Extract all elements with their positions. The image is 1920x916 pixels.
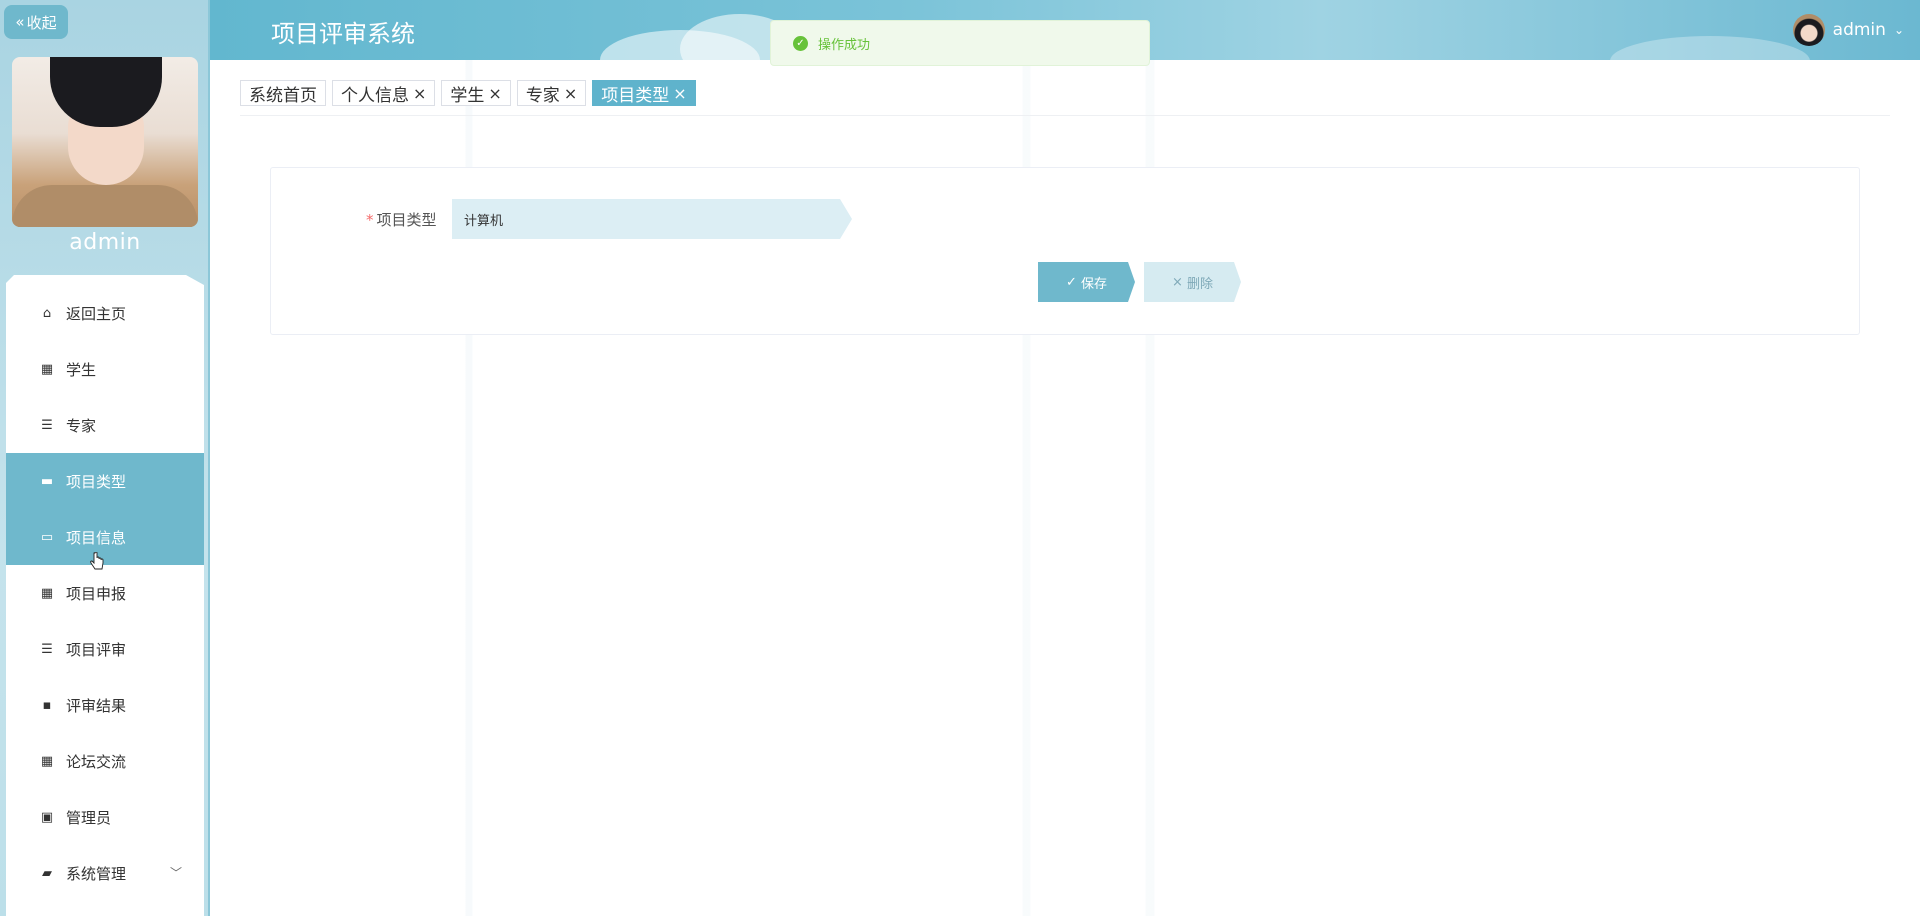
sidebar-item-label: 项目评审 — [66, 640, 127, 659]
list-icon: ☰ — [41, 641, 53, 657]
check-circle-icon: ✓ — [793, 35, 808, 51]
sidebar-username: admin — [69, 230, 141, 255]
project-type-label: * 项目类型 — [366, 209, 437, 230]
tabs-divider — [240, 115, 1890, 116]
briefcase-icon: ▬ — [40, 473, 54, 489]
delete-button[interactable]: × 删除 — [1144, 262, 1241, 302]
sidebar-item-experts[interactable]: ☰ 专家 — [6, 397, 204, 453]
tab-students[interactable]: 学生 × — [441, 80, 511, 106]
project-type-form: * 项目类型 计算机 ✓ 保存 × 删除 — [270, 167, 1860, 335]
folder-icon: ▰ — [42, 865, 52, 881]
tab-label: 项目类型 — [601, 85, 670, 106]
tab-project-type[interactable]: 项目类型 × — [592, 80, 696, 106]
list-icon: ☰ — [41, 417, 53, 433]
close-icon[interactable]: × — [413, 84, 426, 103]
sidebar-item-forum[interactable]: ▦ 论坛交流 — [6, 733, 204, 789]
collapse-sidebar-button[interactable]: « 收起 — [4, 5, 68, 39]
collapse-label: 收起 — [26, 13, 57, 32]
clipboard-icon: ▣ — [40, 809, 54, 825]
sidebar-item-label: 评审结果 — [66, 696, 127, 715]
tab-home[interactable]: 系统首页 — [240, 80, 326, 106]
field-label-text: 项目类型 — [376, 211, 437, 229]
page-tabs: 系统首页 个人信息 × 学生 × 专家 × 项目类型 × — [240, 80, 696, 106]
home-icon: ⌂ — [42, 305, 52, 321]
sidebar-item-label: 项目类型 — [66, 472, 127, 491]
close-icon[interactable]: × — [673, 84, 686, 103]
sidebar-item-label: 论坛交流 — [66, 752, 127, 771]
sidebar-item-project-review[interactable]: ☰ 项目评审 — [6, 621, 204, 677]
close-icon[interactable]: × — [564, 84, 577, 103]
user-menu-dropdown[interactable]: admin ⌄ — [1792, 14, 1904, 46]
header-username: admin — [1832, 20, 1886, 40]
close-icon: × — [1172, 274, 1183, 290]
sidebar: « 收起 admin ⌂ 返回主页 ▦ 学生 ☰ 专家 ▬ 项目类型 ▭ 项目信… — [0, 0, 210, 916]
tab-experts[interactable]: 专家 × — [516, 80, 587, 106]
tab-label: 系统首页 — [249, 85, 317, 106]
sidebar-item-project-application[interactable]: ▦ 项目申报 — [6, 565, 204, 621]
required-asterisk: * — [366, 211, 374, 229]
close-icon[interactable]: × — [488, 84, 501, 103]
cloud-decoration — [1610, 36, 1810, 60]
chevron-down-icon: ﹀ — [169, 866, 182, 880]
project-type-input[interactable]: 计算机 — [452, 199, 852, 239]
tab-label: 专家 — [525, 85, 560, 106]
check-icon: ✓ — [1066, 274, 1077, 290]
user-avatar — [12, 57, 198, 227]
sidebar-item-review-results[interactable]: ▪ 评审结果 — [6, 677, 204, 733]
sidebar-item-system-management[interactable]: ▰ 系统管理 ﹀ — [6, 845, 204, 901]
tab-profile[interactable]: 个人信息 × — [332, 80, 436, 106]
success-toast: ✓ 操作成功 — [770, 20, 1150, 66]
tab-label: 个人信息 — [341, 85, 409, 106]
sidebar-item-students[interactable]: ▦ 学生 — [6, 341, 204, 397]
sidebar-item-label: 管理员 — [66, 808, 112, 827]
toast-message: 操作成功 — [818, 37, 871, 53]
sidebar-item-label: 返回主页 — [66, 304, 127, 323]
tab-label: 学生 — [450, 85, 485, 106]
chevron-down-icon: ⌄ — [1893, 23, 1904, 37]
sidebar-item-home[interactable]: ⌂ 返回主页 — [6, 285, 204, 341]
comment-icon: ▪ — [42, 697, 52, 713]
double-chevron-left-icon: « — [15, 13, 25, 31]
sidebar-item-label: 项目申报 — [66, 584, 127, 603]
hand-cursor-icon — [90, 552, 104, 570]
avatar — [1792, 14, 1825, 46]
delete-label: 删除 — [1186, 276, 1213, 292]
sidebar-item-project-type[interactable]: ▬ 项目类型 — [6, 453, 204, 509]
sidebar-item-label: 系统管理 — [66, 864, 127, 883]
grid-icon: ▦ — [40, 361, 54, 377]
sidebar-item-admins[interactable]: ▣ 管理员 — [6, 789, 204, 845]
save-button[interactable]: ✓ 保存 — [1038, 262, 1135, 302]
system-title: 项目评审系统 — [271, 20, 415, 48]
save-label: 保存 — [1080, 276, 1107, 292]
sidebar-item-project-info[interactable]: ▭ 项目信息 — [6, 509, 204, 565]
sidebar-item-label: 项目信息 — [66, 528, 127, 547]
sidebar-menu: ⌂ 返回主页 ▦ 学生 ☰ 专家 ▬ 项目类型 ▭ 项目信息 ▦ 项目申报 ☰ … — [6, 275, 204, 916]
grid-icon: ▦ — [40, 585, 54, 601]
grid-icon: ▦ — [40, 753, 54, 769]
sidebar-item-label: 专家 — [66, 416, 97, 435]
monitor-icon: ▭ — [40, 529, 54, 545]
sidebar-item-label: 学生 — [66, 360, 97, 379]
